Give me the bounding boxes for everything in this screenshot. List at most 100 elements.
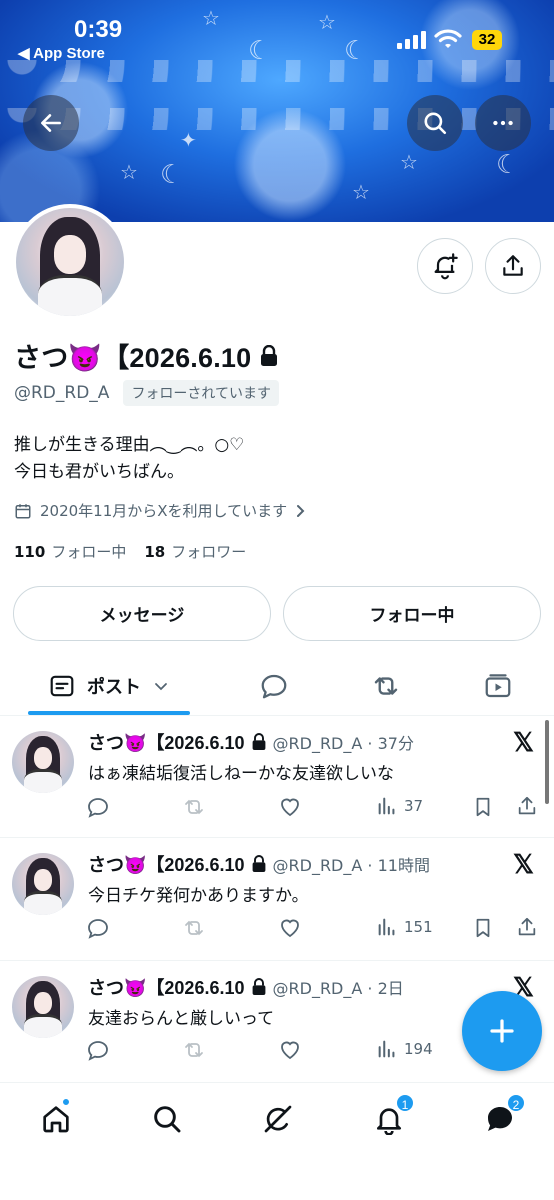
following-label: フォロー中	[51, 543, 127, 561]
following-count: 110	[14, 543, 46, 561]
follows-you-badge: フォローされています	[123, 380, 280, 406]
tab-media[interactable]	[460, 656, 536, 716]
repost-button[interactable]	[182, 916, 206, 940]
battery-indicator: 32	[472, 30, 502, 50]
bio-line: 今日も君がいちばん。	[14, 462, 184, 482]
share-icon	[518, 796, 536, 815]
scrollbar[interactable]	[545, 720, 549, 804]
nav-messages[interactable]: 2	[480, 1093, 526, 1139]
home-new-dot	[61, 1097, 71, 1107]
profile-avatar[interactable]	[12, 204, 128, 320]
post-author-name: さつ😈【2026.6.10	[88, 855, 245, 875]
lock-icon	[252, 978, 265, 995]
nav-grok[interactable]	[258, 1099, 298, 1139]
followers-count: 18	[144, 543, 166, 561]
post-meta: @RD_RD_A · 2日	[272, 979, 404, 998]
plus-icon	[490, 1019, 514, 1043]
profile-handle: @RD_RD_A	[14, 383, 110, 403]
reply-button[interactable]	[86, 1038, 110, 1062]
post-header: さつ😈【2026.6.10 @RD_RD_A · 2日	[88, 974, 404, 1000]
views-chart-icon	[378, 1040, 395, 1058]
bookmark-button[interactable]	[472, 795, 494, 819]
followers-label: フォロワー	[171, 543, 247, 561]
post-meta: @RD_RD_A · 37分	[272, 734, 414, 753]
repost-button[interactable]	[182, 795, 206, 819]
views-count: 37	[404, 797, 424, 815]
views-count: 151	[404, 918, 433, 936]
lock-icon	[252, 733, 265, 750]
like-button[interactable]	[278, 1038, 302, 1062]
banner-star: ☆	[352, 180, 370, 204]
joined-date[interactable]: 2020年11月からXを利用しています	[14, 500, 307, 521]
share-icon	[503, 255, 523, 276]
following-link[interactable]: 110 フォロー中	[14, 541, 126, 562]
compose-post-button[interactable]	[462, 991, 542, 1071]
reply-icon	[88, 798, 108, 818]
heart-icon	[281, 919, 299, 938]
views-button[interactable]: 194	[376, 1038, 433, 1060]
like-button[interactable]	[278, 795, 302, 819]
banner-moon: ☾	[496, 150, 520, 180]
post-actions: 151	[86, 916, 546, 946]
post-item[interactable]: さつ😈【2026.6.10 @RD_RD_A · 37分 𝕏 はぁ凍結垢復活しね…	[0, 717, 554, 838]
lock-icon	[252, 855, 265, 872]
views-button[interactable]: 37	[376, 795, 423, 817]
tab-posts-label: ポスト	[87, 677, 141, 697]
bookmark-icon	[476, 918, 490, 938]
share-post-button[interactable]	[516, 795, 538, 817]
tab-reposts[interactable]	[348, 656, 424, 716]
bookmark-button[interactable]	[472, 916, 494, 940]
heart-icon	[281, 1041, 299, 1060]
bottom-navigation: 1 2	[0, 1082, 554, 1200]
share-profile-button[interactable]	[485, 238, 541, 294]
repost-button[interactable]	[182, 1038, 206, 1062]
post-text: 今日チケ発何かありますか。	[88, 886, 309, 906]
profile-bio: 推しが生きる理由︵‿︵。○♡ 今日も君がいちばん。	[14, 432, 244, 486]
tab-replies[interactable]	[236, 656, 312, 716]
back-to-app-store[interactable]: ◀ App Store	[18, 44, 105, 62]
notify-subscribe-button[interactable]	[417, 238, 473, 294]
search-button[interactable]	[407, 95, 463, 151]
back-button[interactable]	[23, 95, 79, 151]
post-text: はぁ凍結垢復活しねーかな友達欲しいな	[88, 764, 394, 784]
repost-icon	[185, 1042, 203, 1058]
post-item[interactable]: さつ😈【2026.6.10 @RD_RD_A · 11時間 𝕏 今日チケ発何かあ…	[0, 839, 554, 961]
nav-home[interactable]	[36, 1097, 76, 1139]
repost-icon	[185, 799, 203, 815]
post-meta: @RD_RD_A · 11時間	[272, 856, 430, 875]
status-time: 0:39	[74, 16, 123, 43]
x-logo-icon: 𝕏	[513, 727, 534, 757]
views-button[interactable]: 151	[376, 916, 433, 938]
post-actions: 37	[86, 795, 546, 825]
post-author-name: さつ😈【2026.6.10	[88, 733, 245, 753]
more-horizontal-icon	[493, 120, 513, 126]
tab-posts[interactable]: ポスト	[28, 656, 190, 716]
reply-button[interactable]	[86, 916, 110, 940]
share-post-button[interactable]	[516, 916, 538, 938]
media-icon	[485, 674, 511, 698]
profile-name-row: さつ😈【2026.6.10	[14, 336, 279, 375]
reply-button[interactable]	[86, 795, 110, 819]
active-tab-indicator	[28, 711, 190, 715]
post-author-name: さつ😈【2026.6.10	[88, 978, 245, 998]
nav-search[interactable]	[147, 1099, 187, 1139]
profile-tabs: ポスト	[0, 656, 554, 716]
x-logo-icon: 𝕏	[513, 849, 534, 879]
bookmark-icon	[476, 797, 490, 817]
like-button[interactable]	[278, 916, 302, 940]
reply-icon	[88, 919, 108, 939]
views-chart-icon	[378, 797, 395, 815]
nav-notifications[interactable]: 1	[369, 1093, 415, 1139]
post-text: 友達おらんと厳しいって	[88, 1009, 275, 1029]
search-icon	[154, 1106, 181, 1133]
following-button[interactable]: フォロー中	[283, 586, 541, 641]
repost-icon	[374, 677, 398, 695]
message-button[interactable]: メッセージ	[13, 586, 271, 641]
search-icon	[424, 112, 447, 135]
post-avatar[interactable]	[12, 976, 74, 1038]
followers-link[interactable]: 18 フォロワー	[144, 541, 246, 562]
more-options-button[interactable]	[475, 95, 531, 151]
post-avatar[interactable]	[12, 731, 74, 793]
messages-badge: 2	[506, 1093, 526, 1113]
post-avatar[interactable]	[12, 853, 74, 915]
